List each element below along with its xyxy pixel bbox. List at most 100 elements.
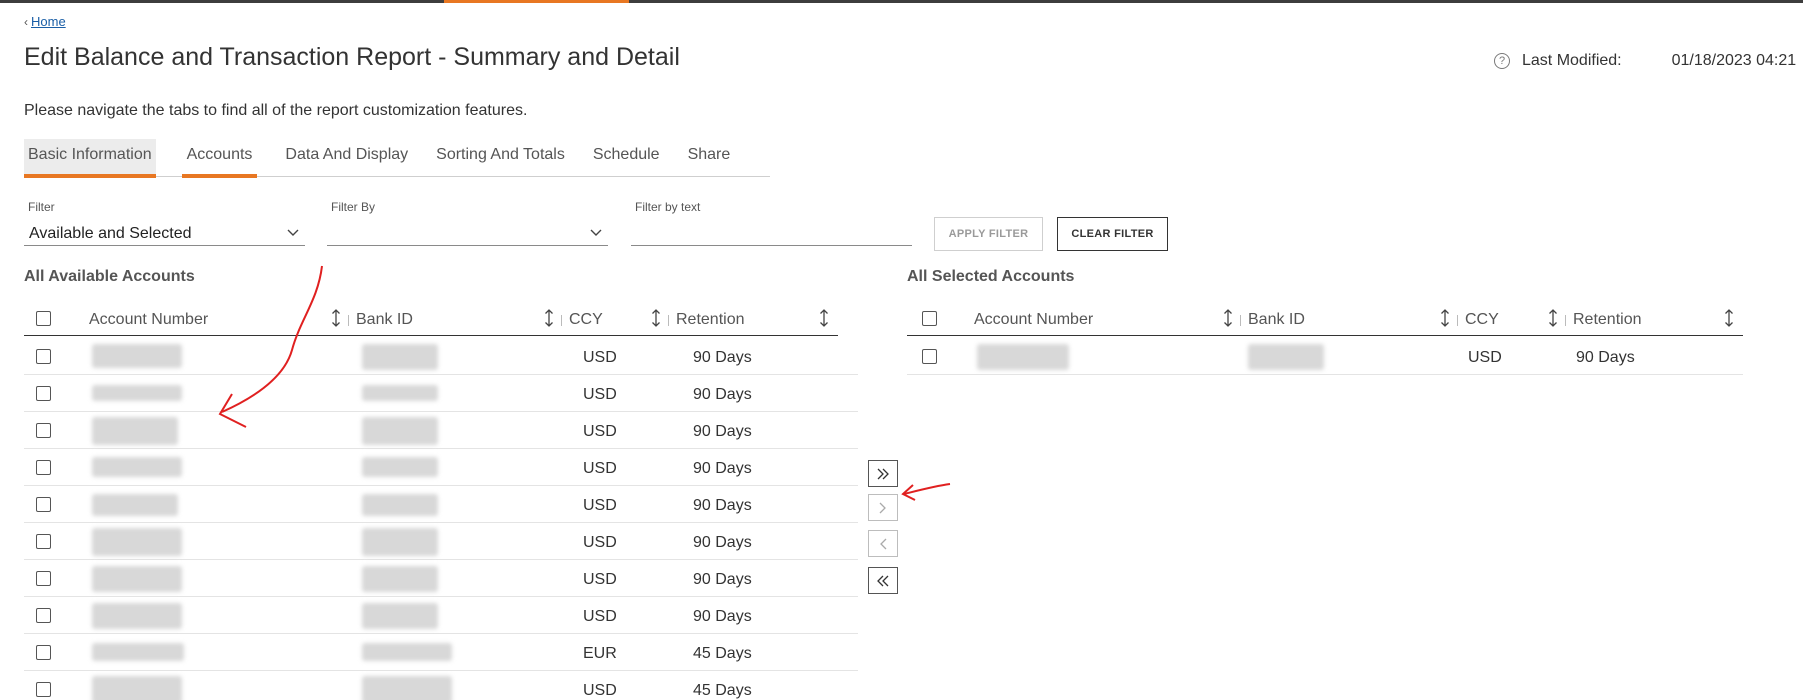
- remove-all-button[interactable]: [868, 567, 898, 594]
- filter-text-input[interactable]: [631, 220, 912, 246]
- row-checkbox[interactable]: [36, 645, 51, 660]
- help-icon[interactable]: ?: [1494, 53, 1510, 69]
- column-divider: [1565, 315, 1566, 326]
- column-divider: [1457, 315, 1458, 326]
- apply-filter-button[interactable]: APPLY FILTER: [934, 217, 1043, 251]
- sort-icon[interactable]: [650, 307, 662, 329]
- ccy-cell: USD: [583, 571, 617, 588]
- add-all-button[interactable]: [868, 460, 898, 487]
- breadcrumb-home-link[interactable]: Home: [31, 14, 66, 29]
- column-bank-id[interactable]: Bank ID: [356, 311, 413, 329]
- redacted-account-number: [92, 528, 182, 556]
- column-ccy[interactable]: CCY: [569, 311, 603, 329]
- redacted-account-number: [977, 344, 1069, 370]
- row-checkbox[interactable]: [36, 349, 51, 364]
- ccy-cell: USD: [583, 534, 617, 551]
- table-row[interactable]: USD 90 Days: [24, 375, 858, 412]
- column-account-number[interactable]: Account Number: [974, 311, 1093, 329]
- filter-label: Filter: [28, 200, 55, 214]
- row-checkbox[interactable]: [36, 423, 51, 438]
- last-modified-value: 01/18/2023 04:21: [1671, 52, 1797, 69]
- tab-share[interactable]: Share: [688, 139, 731, 175]
- table-row[interactable]: USD 90 Days: [24, 597, 858, 634]
- table-row[interactable]: USD 90 Days: [24, 560, 858, 597]
- tab-basic-information[interactable]: Basic Information: [24, 139, 156, 178]
- table-row[interactable]: USD 90 Days: [24, 486, 858, 523]
- sort-icon[interactable]: [818, 307, 830, 329]
- tab-data-and-display[interactable]: Data And Display: [285, 139, 408, 175]
- page-title: Edit Balance and Transaction Report - Su…: [24, 43, 680, 71]
- redacted-bank-id: [1248, 344, 1324, 370]
- retention-cell: 90 Days: [693, 571, 752, 588]
- redacted-account-number: [92, 385, 182, 401]
- table-row[interactable]: USD 90 Days: [24, 338, 858, 375]
- redacted-bank-id: [362, 344, 438, 370]
- sort-icon[interactable]: [1723, 307, 1735, 329]
- double-chevron-left-icon: [877, 575, 889, 586]
- selected-table-header: Account Number Bank ID CCY Retention: [907, 302, 1743, 336]
- table-row[interactable]: USD 90 Days: [24, 449, 858, 486]
- column-account-number[interactable]: Account Number: [89, 311, 208, 329]
- add-selected-button[interactable]: [868, 494, 898, 521]
- redacted-account-number: [92, 676, 182, 700]
- retention-cell: 45 Days: [693, 682, 752, 699]
- sort-icon[interactable]: [1439, 307, 1451, 329]
- redacted-bank-id: [362, 457, 438, 477]
- row-checkbox[interactable]: [36, 460, 51, 475]
- redacted-bank-id: [362, 494, 438, 516]
- retention-cell: 90 Days: [693, 608, 752, 625]
- chevron-down-icon: [590, 229, 602, 236]
- column-bank-id[interactable]: Bank ID: [1248, 311, 1305, 329]
- tab-accounts[interactable]: Accounts: [181, 139, 258, 178]
- table-row[interactable]: EUR 45 Days: [24, 634, 858, 671]
- redacted-account-number: [92, 417, 178, 445]
- available-table-header: Account Number Bank ID CCY Retention: [24, 302, 838, 336]
- filter-by-select[interactable]: [327, 220, 608, 246]
- ccy-cell: EUR: [583, 645, 617, 662]
- remove-selected-button[interactable]: [868, 530, 898, 557]
- row-checkbox[interactable]: [36, 497, 51, 512]
- redacted-account-number: [92, 603, 182, 629]
- redacted-bank-id: [362, 676, 452, 700]
- select-all-checkbox[interactable]: [36, 311, 51, 326]
- row-checkbox[interactable]: [36, 534, 51, 549]
- row-checkbox[interactable]: [922, 349, 937, 364]
- select-all-checkbox[interactable]: [922, 311, 937, 326]
- table-row[interactable]: USD 45 Days: [24, 671, 858, 700]
- sort-icon[interactable]: [543, 307, 555, 329]
- sort-icon[interactable]: [330, 307, 342, 329]
- last-modified: ? Last Modified: 01/18/2023 04:21: [1494, 52, 1796, 70]
- sort-icon[interactable]: [1222, 307, 1234, 329]
- column-retention[interactable]: Retention: [676, 311, 745, 329]
- tab-schedule[interactable]: Schedule: [593, 139, 660, 175]
- ccy-cell: USD: [1468, 349, 1502, 366]
- last-modified-label: Last Modified:: [1522, 52, 1622, 69]
- filter-select[interactable]: Available and Selected: [24, 220, 305, 246]
- row-checkbox[interactable]: [36, 682, 51, 697]
- redacted-account-number: [92, 457, 182, 477]
- breadcrumb: ‹ Home: [24, 14, 66, 29]
- top-bar: [0, 0, 1803, 3]
- table-row[interactable]: USD 90 Days: [24, 412, 858, 449]
- annotation-arrow-short: [903, 483, 951, 495]
- tab-sorting-and-totals[interactable]: Sorting And Totals: [436, 139, 565, 175]
- table-row[interactable]: USD 90 Days: [907, 338, 1743, 375]
- retention-cell: 90 Days: [693, 534, 752, 551]
- ccy-cell: USD: [583, 386, 617, 403]
- redacted-bank-id: [362, 528, 438, 556]
- redacted-account-number: [92, 566, 182, 592]
- ccy-cell: USD: [583, 608, 617, 625]
- table-row[interactable]: USD 90 Days: [24, 523, 858, 560]
- retention-cell: 90 Days: [1576, 349, 1635, 366]
- filter-select-value: Available and Selected: [29, 225, 192, 242]
- row-checkbox[interactable]: [36, 571, 51, 586]
- row-checkbox[interactable]: [36, 608, 51, 623]
- clear-filter-button[interactable]: CLEAR FILTER: [1057, 217, 1168, 251]
- redacted-account-number: [92, 344, 182, 368]
- column-retention[interactable]: Retention: [1573, 311, 1642, 329]
- retention-cell: 90 Days: [693, 497, 752, 514]
- sort-icon[interactable]: [1547, 307, 1559, 329]
- double-chevron-right-icon: [877, 468, 889, 479]
- row-checkbox[interactable]: [36, 386, 51, 401]
- column-ccy[interactable]: CCY: [1465, 311, 1499, 329]
